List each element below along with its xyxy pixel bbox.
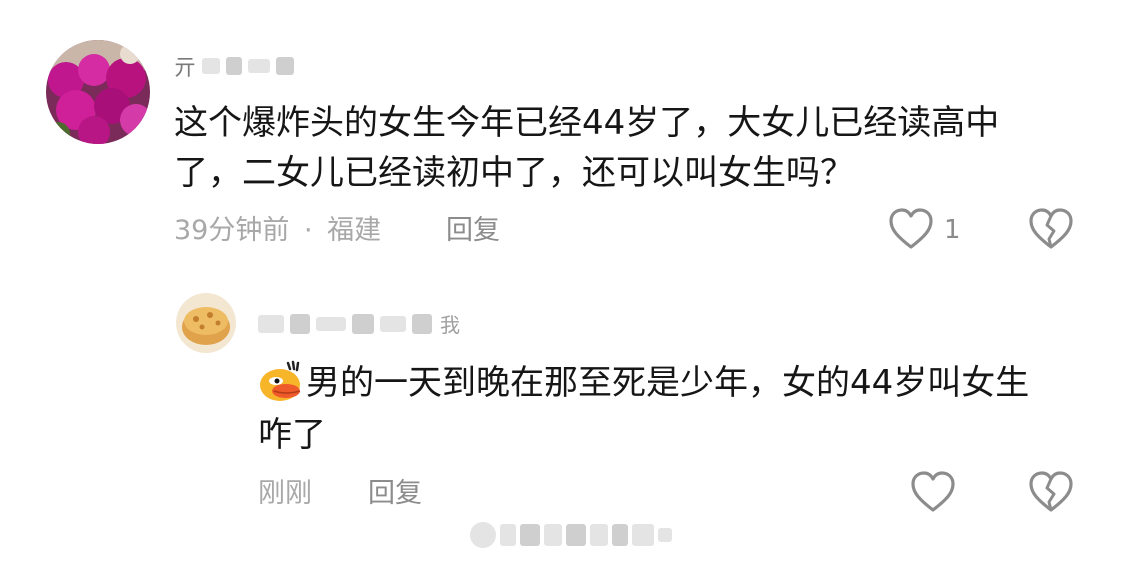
heart-outline-icon [911, 471, 955, 512]
reply-avatar[interactable] [176, 293, 236, 353]
username-blur [290, 313, 310, 334]
reply-text-line-2: 咋了 [258, 415, 326, 455]
username-blur [380, 315, 406, 332]
comment-username-text: 亓 [174, 56, 197, 81]
duck-sticker-emoji [258, 360, 304, 416]
comment-username[interactable]: 亓 [174, 50, 295, 82]
username-blur [352, 313, 374, 334]
username-blur [276, 57, 295, 75]
username-blur [248, 59, 271, 73]
broken-heart-icon [1029, 471, 1073, 512]
reply-like-button[interactable] [910, 470, 956, 518]
comment-text-line-1: 这个爆炸头的女生今年已经44岁了，大女儿已经读高中 [174, 103, 1000, 143]
comment-like-button[interactable] [888, 207, 934, 255]
comment-meta: 39分钟前 · 福建 [174, 211, 381, 251]
broken-heart-icon [1029, 208, 1073, 249]
reply-reply-button[interactable]: 回复 [368, 474, 422, 514]
comment-location: 福建 [327, 215, 382, 246]
comment-avatar[interactable] [46, 40, 150, 144]
username-blur [412, 313, 432, 334]
meta-separator: · [303, 215, 313, 246]
username-blur [258, 314, 284, 333]
comment-time: 39分钟前 [174, 215, 290, 246]
reply-dislike-button[interactable] [1028, 470, 1074, 518]
reply-username[interactable]: 我 [258, 309, 460, 338]
comment-reply-button[interactable]: 回复 [446, 211, 500, 251]
heart-outline-icon [889, 208, 933, 249]
username-blur [226, 57, 243, 75]
reply-text-line-1: 男的一天到晚在那至死是少年，女的44岁叫女生 [258, 358, 1029, 416]
username-blur [316, 316, 346, 331]
comment-dislike-button[interactable] [1028, 207, 1074, 255]
reply-time: 刚刚 [258, 478, 312, 509]
reply-text-content: 男的一天到晚在那至死是少年，女的44岁叫女生 [306, 363, 1030, 403]
author-self-tag: 我 [440, 313, 460, 337]
watermark-blur [470, 522, 672, 548]
comment-text-line-2: 了，二女儿已经读初中了，还可以叫女生吗？ [174, 153, 854, 193]
comment-like-count: 1 [944, 215, 961, 245]
username-blur [202, 58, 221, 74]
